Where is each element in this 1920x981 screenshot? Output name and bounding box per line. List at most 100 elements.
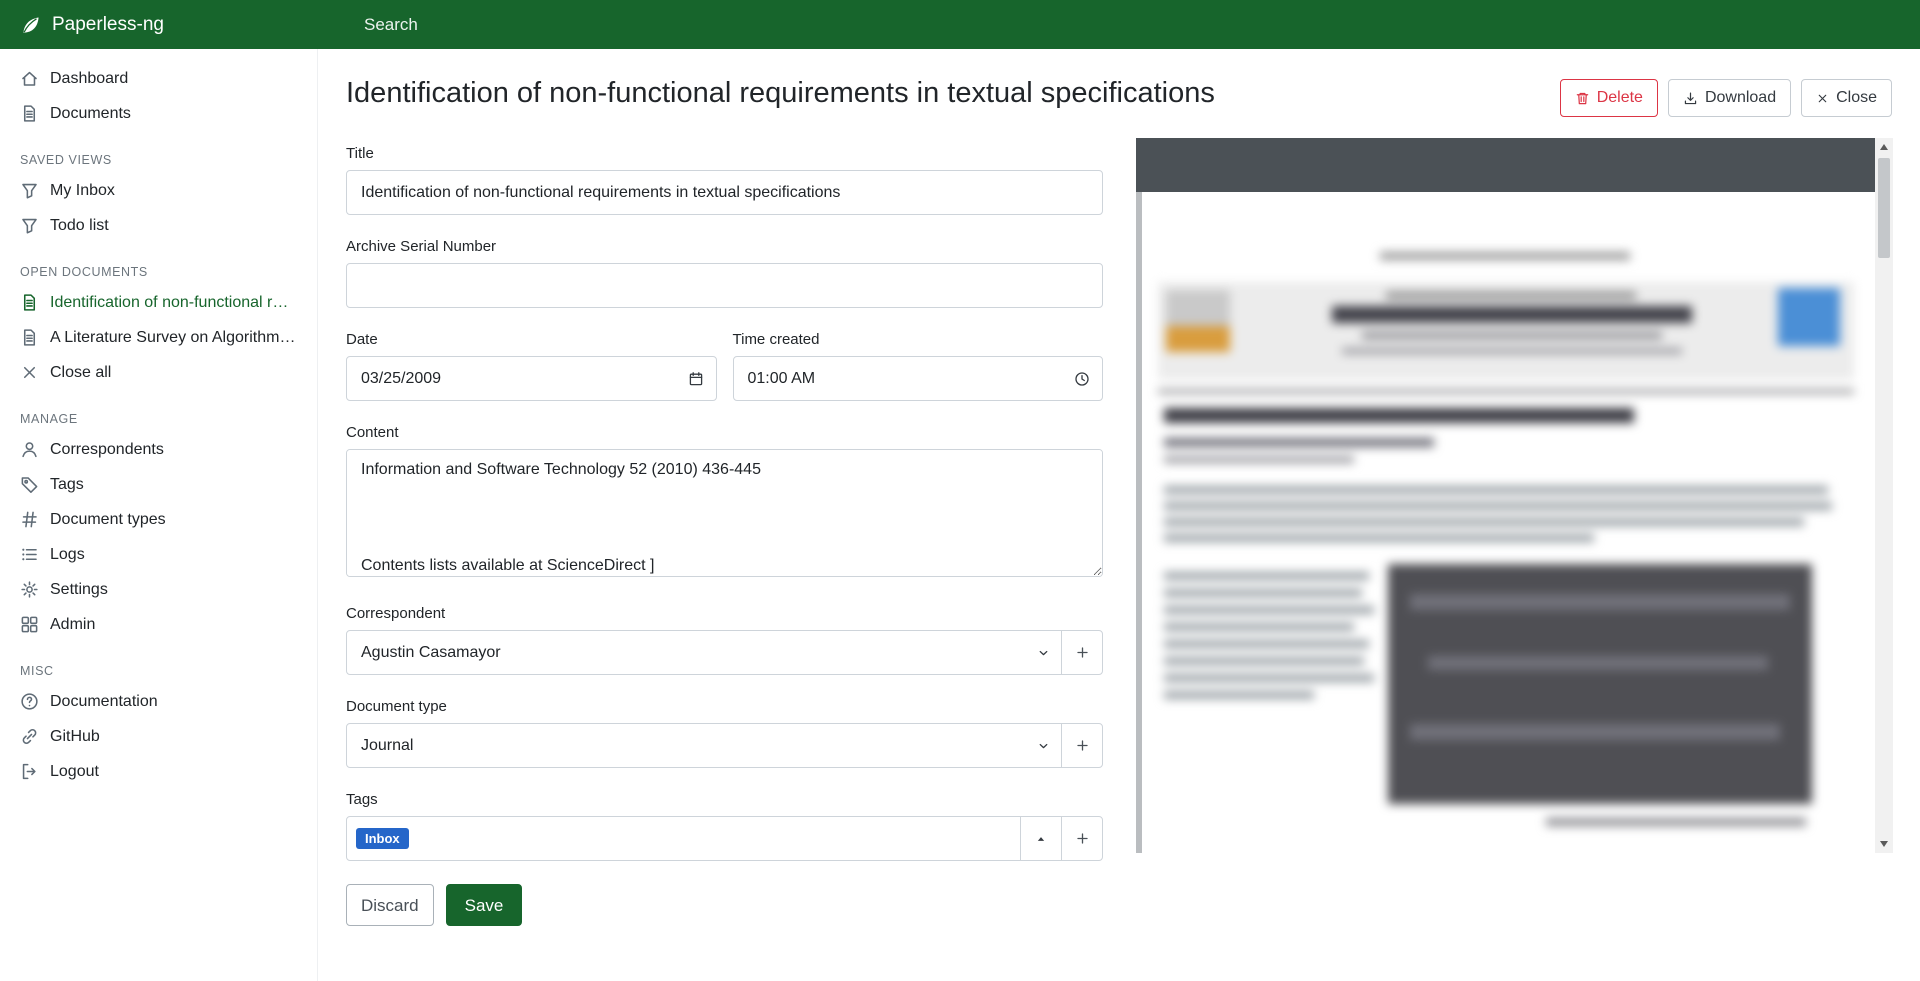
- close-button-label: Close: [1836, 90, 1877, 106]
- funnel-icon: [20, 216, 39, 235]
- sidebar-item-open-doc-2[interactable]: A Literature Survey on Algorithms for Mu…: [0, 320, 317, 355]
- pdf-blur-column-line: [1164, 606, 1374, 614]
- sidebar-item-label: Settings: [50, 581, 108, 599]
- file-text-icon: [20, 293, 39, 312]
- house-icon: [20, 69, 39, 88]
- sidebar-item-label: A Literature Survey on Algorithms for Mu…: [50, 329, 297, 347]
- delete-button-label: Delete: [1597, 90, 1643, 106]
- sidebar-item-logs[interactable]: Logs: [0, 537, 317, 572]
- close-icon: [1816, 92, 1829, 105]
- sidebar-item-settings[interactable]: Settings: [0, 572, 317, 607]
- file-icon: [20, 104, 39, 123]
- add-correspondent-button[interactable]: [1061, 630, 1103, 675]
- tags-dropdown-toggle-button[interactable]: [1020, 816, 1062, 861]
- pdf-viewer-toolbar: [1136, 138, 1875, 192]
- content-field-group: Content Information and Software Technol…: [346, 424, 1103, 582]
- sidebar-item-documents[interactable]: Documents: [0, 96, 317, 131]
- pdf-blur-abstract-line: [1164, 534, 1594, 542]
- date-field-group: Date: [346, 331, 717, 401]
- sidebar-item-logout[interactable]: Logout: [0, 754, 317, 789]
- page-title: Identification of non-functional require…: [346, 75, 1215, 111]
- sidebar-section-manage: MANAGE: [0, 390, 317, 432]
- hash-icon: [20, 510, 39, 529]
- sidebar-item-dashboard[interactable]: Dashboard: [0, 61, 317, 96]
- download-button[interactable]: Download: [1668, 79, 1791, 117]
- time-created-input[interactable]: [733, 356, 1104, 401]
- tags-input[interactable]: Inbox: [346, 816, 1021, 861]
- close-button[interactable]: Close: [1801, 79, 1892, 117]
- funnel-icon: [20, 181, 39, 200]
- document-type-label: Document type: [346, 698, 1103, 715]
- title-input[interactable]: [346, 170, 1103, 215]
- pdf-blur-streak: [1410, 594, 1790, 610]
- document-type-select[interactable]: Journal: [346, 723, 1062, 768]
- save-button[interactable]: Save: [446, 884, 523, 926]
- sidebar-item-label: Documentation: [50, 693, 158, 711]
- pdf-blur-streak: [1428, 656, 1768, 670]
- correspondent-field-group: Correspondent Agustin Casamayor: [346, 605, 1103, 675]
- tag-badge-inbox[interactable]: Inbox: [356, 828, 409, 849]
- scroll-up-arrow-icon[interactable]: [1880, 144, 1888, 150]
- pdf-blur-column-line: [1164, 640, 1369, 648]
- brand-label: Paperless-ng: [52, 14, 164, 36]
- sidebar-item-document-types[interactable]: Document types: [0, 502, 317, 537]
- pdf-blur-abstract-line: [1164, 486, 1828, 494]
- person-icon: [20, 440, 39, 459]
- pdf-preview[interactable]: [1136, 138, 1893, 853]
- search-input[interactable]: [362, 14, 982, 36]
- discard-button[interactable]: Discard: [346, 884, 434, 926]
- sidebar-item-label: Close all: [50, 364, 111, 382]
- delete-button[interactable]: Delete: [1560, 79, 1658, 117]
- sidebar-item-admin[interactable]: Admin: [0, 607, 317, 642]
- add-document-type-button[interactable]: [1061, 723, 1103, 768]
- sidebar-item-todo-list[interactable]: Todo list: [0, 208, 317, 243]
- pdf-blur-column-line: [1164, 589, 1362, 597]
- correspondent-select[interactable]: Agustin Casamayor: [346, 630, 1062, 675]
- document-edit-form: Title Archive Serial Number Date: [346, 145, 1103, 926]
- github-link-icon: [20, 727, 39, 746]
- sidebar-item-label: Logs: [50, 546, 85, 564]
- pdf-blur-column-line: [1164, 691, 1314, 699]
- scroll-down-arrow-icon[interactable]: [1880, 841, 1888, 847]
- file-text-icon: [20, 328, 39, 347]
- asn-input[interactable]: [346, 263, 1103, 308]
- content-textarea[interactable]: Information and Software Technology 52 (…: [346, 449, 1103, 577]
- pdf-blur-abstract-line: [1164, 502, 1832, 510]
- sidebar-item-documentation[interactable]: Documentation: [0, 684, 317, 719]
- date-input[interactable]: [346, 356, 717, 401]
- pdf-blur-abstract-line: [1164, 518, 1804, 526]
- header-actions: Delete Download Close: [1560, 75, 1892, 117]
- grid-icon: [20, 615, 39, 634]
- sidebar-item-tags[interactable]: Tags: [0, 467, 317, 502]
- sidebar-item-open-doc-1[interactable]: Identification of non-functional require…: [0, 285, 317, 320]
- paperless-app: Paperless-ng Dashboard Documents SAVED V…: [0, 0, 1920, 981]
- pdf-scrollbar[interactable]: [1875, 138, 1893, 853]
- sidebar-item-github[interactable]: GitHub: [0, 719, 317, 754]
- sidebar-item-label: GitHub: [50, 728, 100, 746]
- sidebar-item-my-inbox[interactable]: My Inbox: [0, 173, 317, 208]
- top-navbar: Paperless-ng: [0, 0, 1920, 49]
- pdf-blur-author-line: [1164, 438, 1434, 447]
- pdf-blur-line: [1362, 332, 1662, 339]
- sidebar-item-close-all[interactable]: Close all: [0, 355, 317, 390]
- pdf-blur-line: [1342, 348, 1682, 354]
- brand[interactable]: Paperless-ng: [0, 14, 318, 36]
- sidebar-section-open-documents: OPEN DOCUMENTS: [0, 243, 317, 285]
- sidebar-item-correspondents[interactable]: Correspondents: [0, 432, 317, 467]
- date-time-row: Date Time created: [346, 331, 1103, 424]
- sidebar-item-label: Logout: [50, 763, 99, 781]
- content-label: Content: [346, 424, 1103, 441]
- add-tag-button[interactable]: [1061, 816, 1103, 861]
- scrollbar-thumb[interactable]: [1878, 158, 1890, 258]
- sidebar-item-label: Documents: [50, 105, 131, 123]
- clock-icon[interactable]: [1074, 371, 1090, 387]
- pdf-blur-line: [1386, 292, 1636, 299]
- pdf-blur-journal-cover-orange: [1166, 326, 1230, 352]
- time-field-group: Time created: [733, 331, 1104, 401]
- date-label: Date: [346, 331, 717, 348]
- pdf-blur-streak: [1410, 724, 1780, 740]
- sidebar-item-label: Tags: [50, 476, 84, 494]
- calendar-icon[interactable]: [688, 371, 704, 387]
- sidebar-item-label: Document types: [50, 511, 166, 529]
- pdf-blur-dense-block: [1388, 564, 1812, 804]
